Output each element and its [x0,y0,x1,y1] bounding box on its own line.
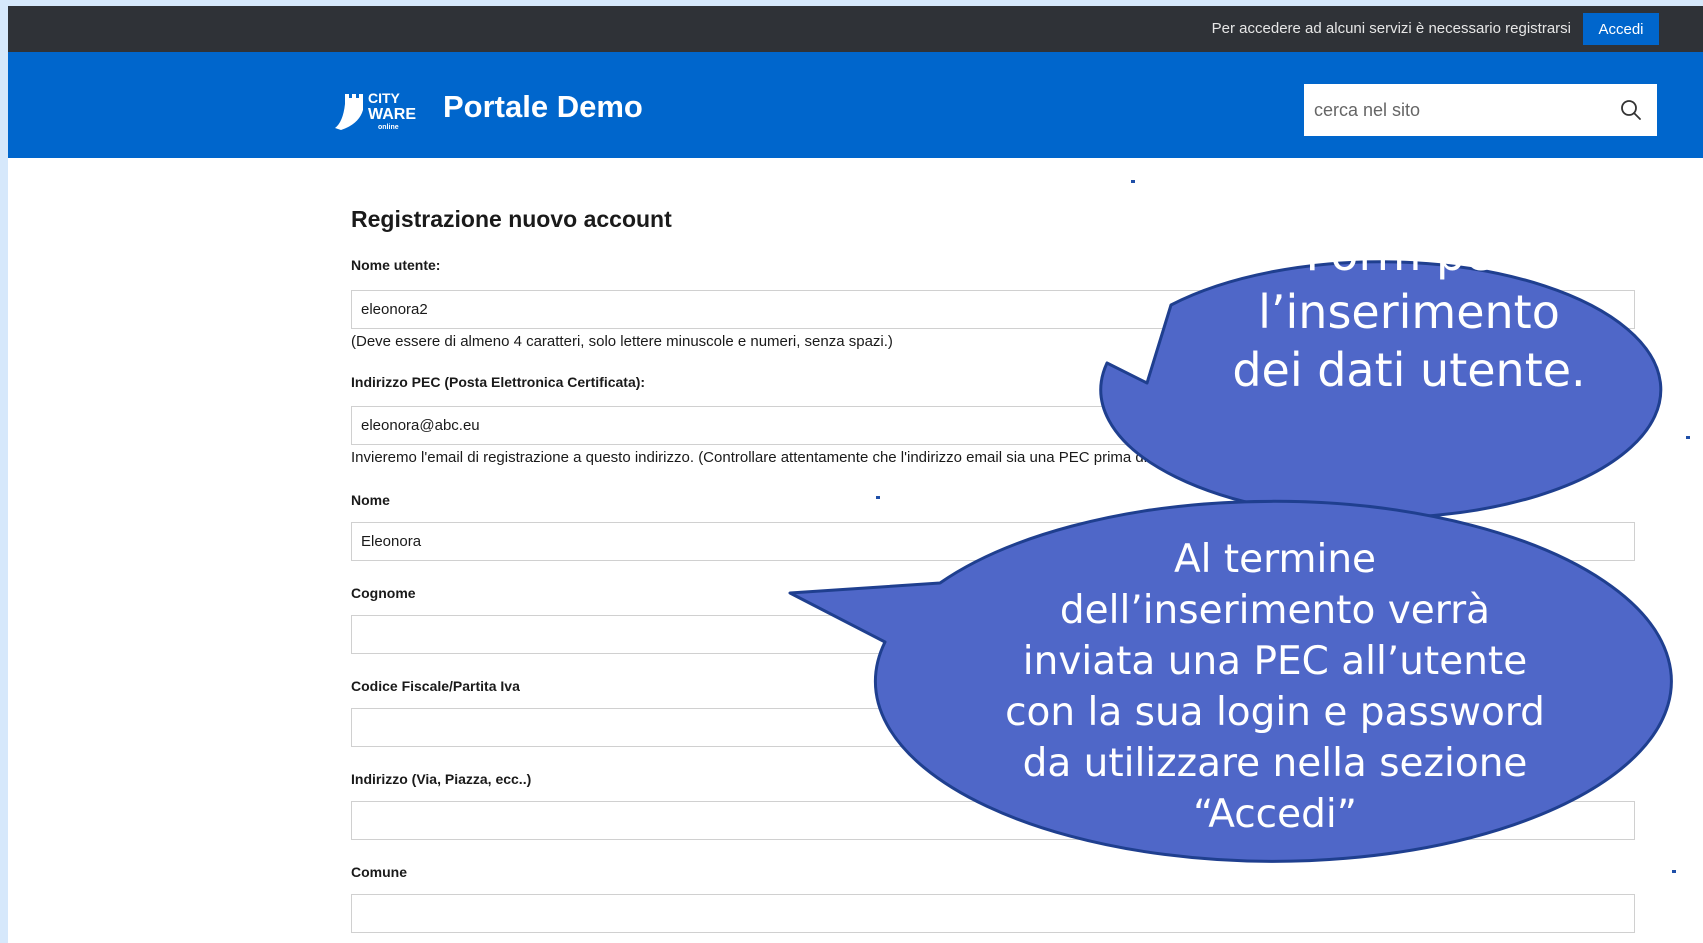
last-name-label: Cognome [351,585,416,601]
site-title[interactable]: Portale Demo [443,89,643,125]
search-icon[interactable] [1619,98,1643,122]
stray-dot [1131,180,1135,183]
first-name-label: Nome [351,492,390,508]
search-input[interactable] [1304,84,1604,136]
logo-online-text: online [378,124,399,131]
callout-1-line: dei dati utente. [1232,343,1586,397]
stray-dot [876,496,880,499]
pec-label: Indirizzo PEC (Posta Elettronica Certifi… [351,374,646,390]
logo-city-text: CITY [368,90,401,106]
pec-email-field[interactable] [351,406,1635,445]
city-label: Comune [351,864,407,880]
cityware-logo[interactable]: CITY WARE online [333,88,431,132]
top-bar: Per accedere ad alcuni servizi è necessa… [8,6,1703,52]
callout-2-line: da utilizzare nella sezione [1022,741,1528,786]
site-header: CITY WARE online Portale Demo [8,52,1703,158]
pec-help: Invieremo l'email di registrazione a que… [351,449,1232,466]
slide-edge-left [0,0,8,943]
callout-2-line: “Accedi” [1193,792,1357,837]
stray-dot [1686,436,1690,439]
callout-1-line: Form per [1305,227,1513,281]
registration-notice: Per accedere ad alcuni servizi è necessa… [1211,20,1571,37]
callout-2-line: inviata una PEC all’utente [1022,639,1528,684]
callout-2-line: Al termine [1173,537,1377,582]
login-button[interactable]: Accedi [1583,13,1659,45]
city-field[interactable] [351,894,1635,933]
stray-dot [1672,870,1676,873]
page-title: Registrazione nuovo account [351,206,672,232]
callout-2-text: Al termine dell’inserimento verrà inviat… [965,534,1585,840]
callout-1-text: Form per l’inserimento dei dati utente. [1176,225,1642,399]
username-label: Nome utente: [351,257,441,273]
tax-code-label: Codice Fiscale/Partita Iva [351,678,520,694]
search-box [1304,84,1657,136]
logo-ware-text: WARE [368,106,416,123]
address-label: Indirizzo (Via, Piazza, ecc..) [351,771,532,787]
callout-1-line: l’inserimento [1258,285,1560,339]
username-help: (Deve essere di almeno 4 caratteri, solo… [351,333,893,350]
callout-2-line: con la sua login e password [1005,690,1545,735]
callout-2-line: dell’inserimento verrà [1059,588,1491,633]
